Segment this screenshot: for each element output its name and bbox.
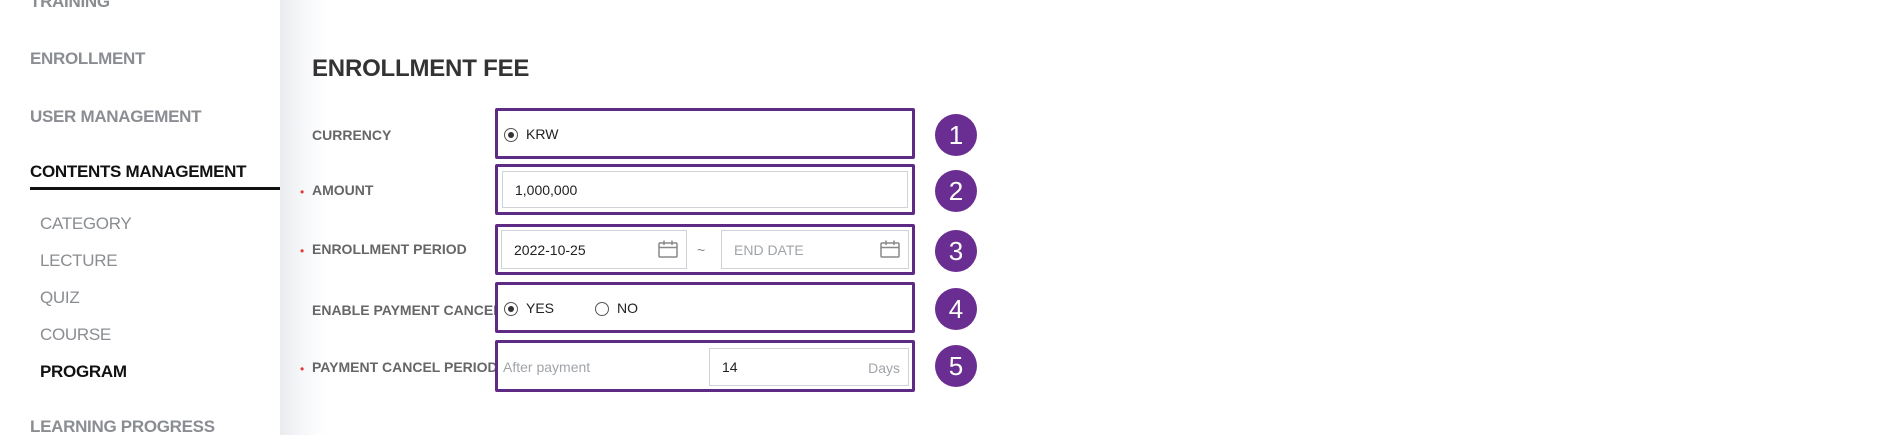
badge-2: 2	[935, 170, 977, 212]
enrollment-period-label: ENROLLMENT PERIOD	[312, 241, 467, 257]
payment-cancel-no-radio[interactable]	[595, 302, 609, 316]
end-date-input[interactable]: END DATE	[721, 230, 909, 269]
sidebar-item-user-management[interactable]: USER MANAGEMENT	[30, 107, 201, 127]
end-date-placeholder: END DATE	[734, 241, 804, 258]
currency-option-label: KRW	[526, 126, 559, 142]
after-payment-text: After payment	[503, 359, 591, 375]
payment-cancel-period-highlight: After payment 14 Days	[495, 340, 915, 392]
currency-radio-krw[interactable]	[504, 128, 518, 142]
payment-cancel-yes-radio[interactable]	[504, 302, 518, 316]
badge-5: 5	[935, 345, 977, 387]
days-unit-label: Days	[868, 360, 900, 376]
enable-payment-cancel-label: ENABLE PAYMENT CANCEL	[312, 302, 502, 318]
page-title: ENROLLMENT FEE	[312, 55, 530, 82]
calendar-icon[interactable]	[880, 240, 900, 258]
required-mark-amount: •	[300, 185, 305, 199]
required-mark-enrollment-period: •	[300, 244, 305, 258]
calendar-icon[interactable]	[658, 240, 678, 258]
start-date-input[interactable]: 2022-10-25	[501, 230, 687, 269]
payment-cancel-period-label: PAYMENT CANCEL PERIOD	[312, 359, 498, 375]
sidebar-subitem-category[interactable]: CATEGORY	[40, 214, 132, 234]
amount-highlight: 1,000,000	[495, 164, 915, 215]
amount-input-value: 1,000,000	[515, 181, 578, 198]
required-mark-payment-cancel-period: •	[300, 362, 305, 376]
start-date-value: 2022-10-25	[514, 241, 586, 258]
badge-4: 4	[935, 288, 977, 330]
sidebar-item-learning-progress[interactable]: LEARNING PROGRESS	[30, 417, 215, 435]
amount-input[interactable]: 1,000,000	[502, 171, 908, 208]
sidebar-subitem-quiz[interactable]: QUIZ	[40, 288, 80, 308]
enrollment-period-highlight: 2022-10-25 ~ END DATE	[495, 224, 915, 275]
currency-label: CURRENCY	[312, 127, 392, 143]
payment-cancel-no-label: NO	[617, 300, 638, 316]
payment-cancel-days-value: 14	[722, 359, 738, 375]
payment-cancel-yes-label: YES	[526, 300, 555, 316]
badge-1: 1	[935, 114, 977, 156]
date-range-separator: ~	[697, 242, 706, 258]
amount-label: AMOUNT	[312, 182, 374, 198]
sidebar-subitem-program[interactable]: PROGRAM	[40, 362, 127, 382]
sidebar-item-training[interactable]: TRAINING	[30, 0, 110, 12]
sidebar-item-enrollment[interactable]: ENROLLMENT	[30, 49, 145, 69]
currency-highlight: KRW	[495, 108, 915, 159]
sidebar-subitem-course[interactable]: COURSE	[40, 325, 111, 345]
active-nav-underline	[30, 187, 280, 190]
sidebar-subitem-lecture[interactable]: LECTURE	[40, 251, 118, 271]
enable-payment-cancel-highlight: YES NO	[495, 282, 915, 333]
payment-cancel-days-input[interactable]: 14 Days	[709, 348, 909, 386]
badge-3: 3	[935, 230, 977, 272]
sidebar: TRAINING ENROLLMENT USER MANAGEMENT CONT…	[0, 0, 280, 435]
sidebar-item-contents-management[interactable]: CONTENTS MANAGEMENT	[30, 162, 247, 182]
